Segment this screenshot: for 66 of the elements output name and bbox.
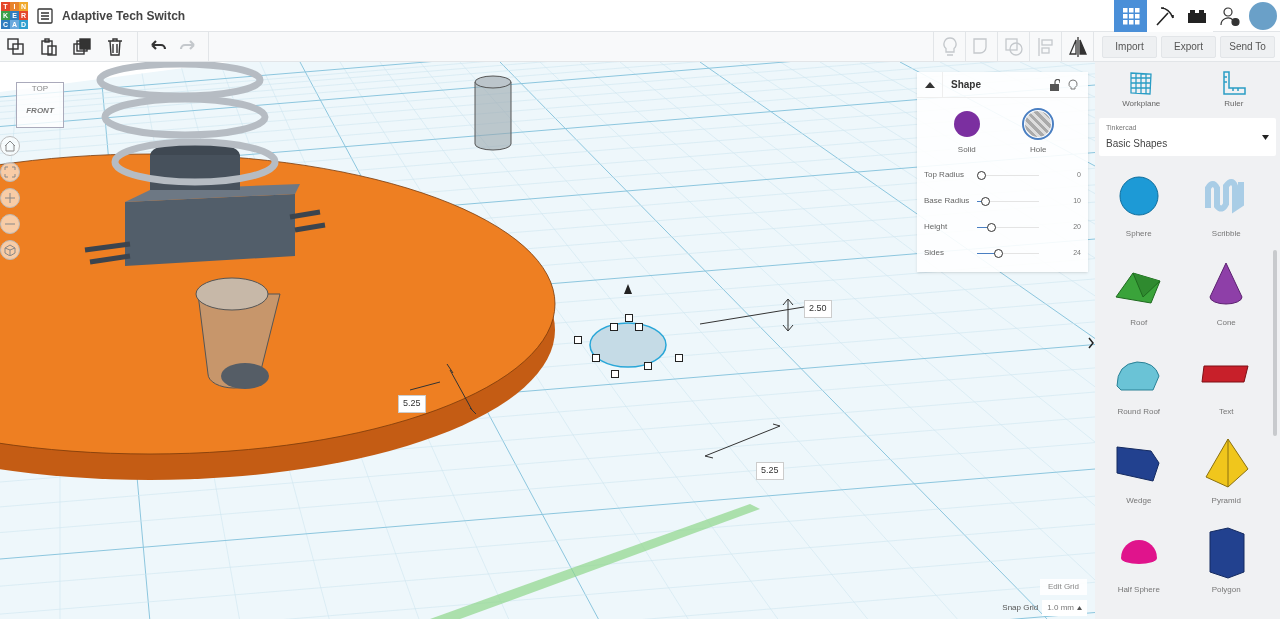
copy-icon <box>6 36 26 57</box>
home-button[interactable] <box>0 136 20 156</box>
add-user-icon <box>1218 4 1241 27</box>
expand-panel-button[interactable] <box>1087 335 1095 351</box>
lightbulb-icon[interactable] <box>1068 78 1078 91</box>
fit-button[interactable] <box>0 162 20 182</box>
header-button[interactable]: Import <box>1102 35 1157 58</box>
dimension-label: 2.50 <box>804 300 832 318</box>
ungroup-icon <box>1002 35 1025 58</box>
slider-thumb[interactable] <box>994 248 1004 258</box>
ruler-icon <box>1220 70 1247 96</box>
plus-icon <box>4 192 16 204</box>
shape-tile[interactable]: Polygon <box>1182 522 1270 611</box>
caret-up-icon <box>1077 606 1082 610</box>
slider-thumb[interactable] <box>981 196 991 206</box>
slider[interactable] <box>977 170 1039 180</box>
list-icon[interactable] <box>37 7 53 24</box>
dimension-label: 5.25 <box>756 462 784 480</box>
cube-face-label: TOP <box>31 83 49 95</box>
shape-tile[interactable]: Scribble <box>1182 166 1270 255</box>
snap-grid-label: Snap Grid <box>1002 602 1039 614</box>
scrollbar[interactable] <box>1273 250 1277 436</box>
parameter-label: Sides <box>924 247 945 259</box>
cube-icon <box>4 244 16 256</box>
parameter-label: Base Radius <box>924 195 971 207</box>
home-icon <box>4 140 16 152</box>
slider-thumb[interactable] <box>977 170 986 180</box>
slider[interactable] <box>977 222 1039 232</box>
shape-tile[interactable]: Wedge <box>1095 433 1183 522</box>
shape-tile[interactable]: Text <box>1182 344 1270 433</box>
cube-face-label: FRONT <box>26 105 54 117</box>
workplane-icon <box>1128 70 1155 96</box>
shape-tile[interactable]: Sphere <box>1095 166 1183 255</box>
dimension-label: 5.25 <box>398 395 426 413</box>
caret-down-icon <box>1262 134 1269 140</box>
unlocked-icon[interactable] <box>1050 78 1060 91</box>
ruler-tool-button[interactable]: Ruler <box>1198 70 1269 110</box>
parameter-label: Height <box>924 221 949 233</box>
shape-tile[interactable]: Cone <box>1182 255 1270 344</box>
snap-grid-dropdown[interactable]: 1.0 mm <box>1042 600 1087 616</box>
shape-tile[interactable]: Pyramid <box>1182 433 1270 522</box>
trash-icon <box>105 36 125 57</box>
slider-thumb[interactable] <box>986 222 996 232</box>
paste-icon <box>39 36 59 57</box>
shape-tile[interactable]: Half Sphere <box>1095 522 1183 611</box>
header-button[interactable]: Export <box>1161 35 1216 58</box>
shape-tile[interactable]: Round Roof <box>1095 344 1183 433</box>
caret-up-icon <box>924 81 935 88</box>
library-category: Basic Shapes <box>1106 136 1168 151</box>
design-title[interactable]: Adaptive Tech Switch <box>62 6 186 25</box>
workplane-tool-button[interactable]: Workplane <box>1106 70 1177 110</box>
grid-view-icon <box>1121 7 1140 25</box>
edit-grid-button[interactable]: Edit Grid <box>1039 579 1087 595</box>
brick-icon <box>1185 7 1208 25</box>
shape-tile[interactable]: Roof <box>1095 255 1183 344</box>
chevron-right-icon <box>1088 337 1094 349</box>
slider[interactable] <box>977 196 1039 206</box>
parameter-label: Top Radius <box>924 169 966 181</box>
inspector-title: Shape <box>951 78 981 92</box>
fit-view-icon <box>4 166 16 178</box>
solid-button[interactable]: Solid <box>950 108 983 156</box>
duplicate-icon <box>72 36 92 57</box>
slider[interactable] <box>977 248 1039 258</box>
mirror-icon <box>1066 35 1089 58</box>
header-button[interactable]: Send To <box>1220 35 1275 58</box>
view-cube[interactable]: TOP FRONT <box>16 82 64 128</box>
